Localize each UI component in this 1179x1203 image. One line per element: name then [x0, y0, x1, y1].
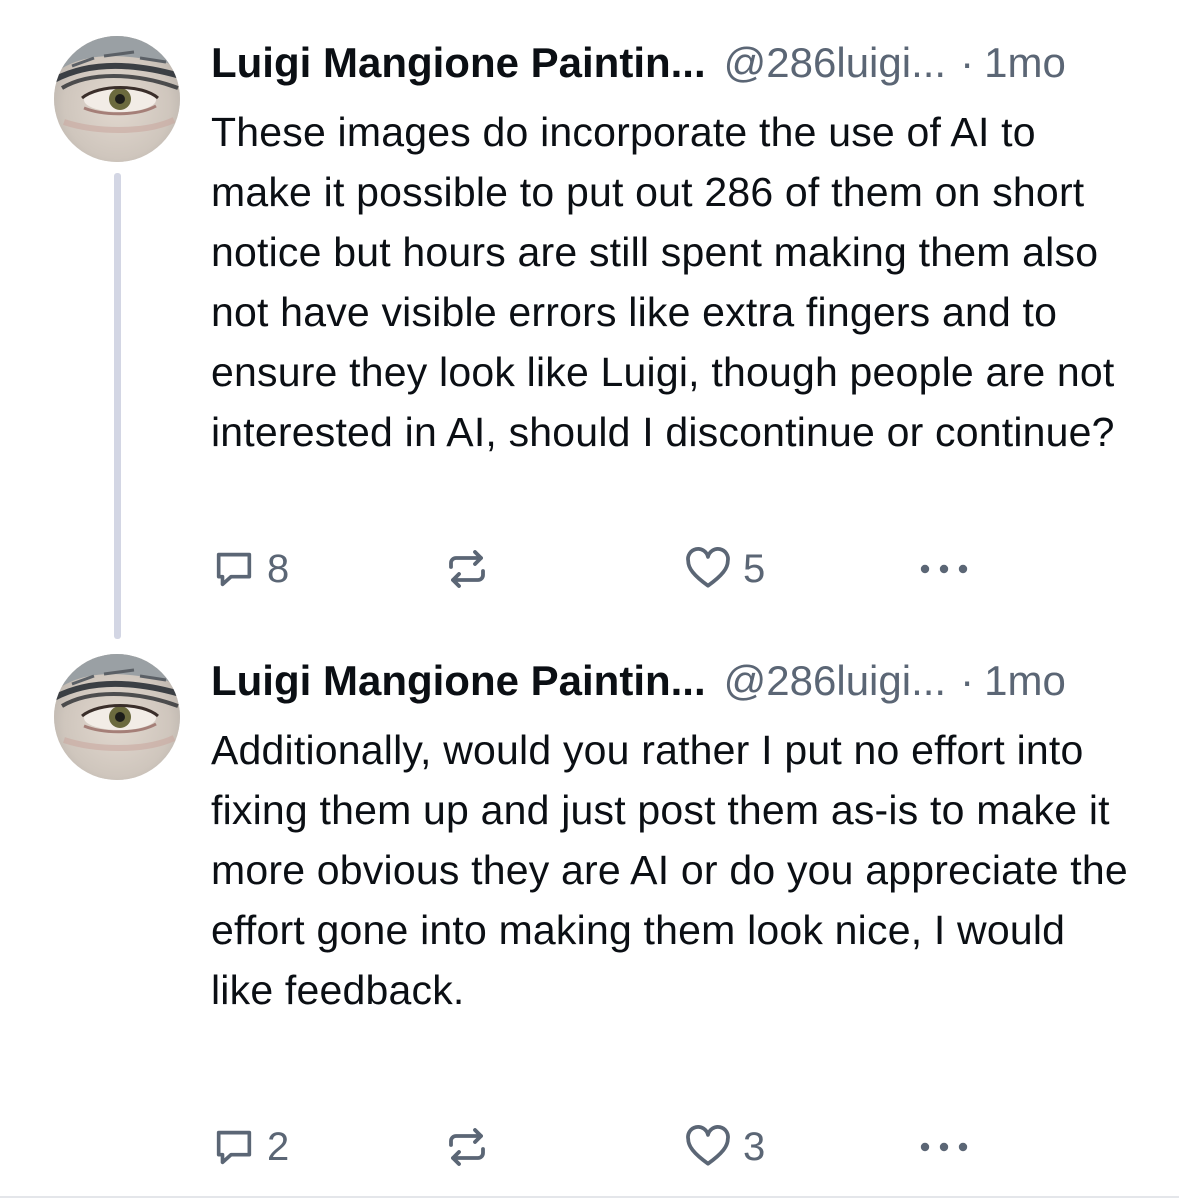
separator-dot: ·	[960, 657, 975, 704]
post[interactable]: Luigi Mangione Paintin... @286luigi... ·…	[0, 0, 1179, 640]
post-timestamp[interactable]: 1mo	[984, 654, 1066, 708]
like-button[interactable]: 3	[683, 1120, 765, 1174]
avatar[interactable]	[54, 654, 180, 780]
ellipsis-icon	[917, 559, 971, 579]
post-actions: 8 5	[211, 542, 971, 596]
post-content: Luigi Mangione Paintin... @286luigi... ·…	[211, 36, 1139, 591]
separator-dot: ·	[960, 39, 975, 86]
author-name[interactable]: Luigi Mangione Paintin...	[211, 36, 706, 90]
post-content: Luigi Mangione Paintin... @286luigi... ·…	[211, 654, 1139, 1169]
thread: Luigi Mangione Paintin... @286luigi... ·…	[0, 0, 1179, 1203]
divider	[0, 1196, 1179, 1198]
ellipsis-icon	[917, 1137, 971, 1157]
like-count: 5	[743, 546, 766, 591]
reply-button[interactable]: 2	[211, 1120, 289, 1174]
post[interactable]: Luigi Mangione Paintin... @286luigi... ·…	[0, 640, 1179, 1196]
post-text: Additionally, would you rather I put no …	[211, 727, 1128, 1013]
author-name[interactable]: Luigi Mangione Paintin...	[211, 654, 706, 708]
more-options-button[interactable]	[917, 1120, 971, 1174]
author-handle[interactable]: @286luigi...	[724, 36, 946, 90]
repost-button[interactable]	[443, 542, 501, 596]
like-button[interactable]: 5	[683, 542, 765, 596]
author-handle[interactable]: @286luigi...	[724, 654, 946, 708]
repost-arrows-icon	[443, 545, 491, 593]
post-header: Luigi Mangione Paintin... @286luigi... ·…	[211, 654, 1139, 708]
repost-arrows-icon	[443, 1123, 491, 1171]
reply-button[interactable]: 8	[211, 542, 289, 596]
post-header: Luigi Mangione Paintin... @286luigi... ·…	[211, 36, 1139, 90]
like-count: 3	[743, 1124, 766, 1169]
speech-bubble-icon	[211, 546, 257, 592]
reply-count: 8	[267, 546, 290, 591]
post-actions: 2 3	[211, 1120, 971, 1174]
repost-button[interactable]	[443, 1120, 501, 1174]
heart-icon	[683, 544, 733, 594]
reply-count: 2	[267, 1124, 290, 1169]
heart-icon	[683, 1122, 733, 1172]
post-text: These images do incorporate the use of A…	[211, 109, 1115, 455]
more-options-button[interactable]	[917, 542, 971, 596]
avatar[interactable]	[54, 36, 180, 162]
post-timestamp[interactable]: 1mo	[984, 36, 1066, 90]
speech-bubble-icon	[211, 1124, 257, 1170]
